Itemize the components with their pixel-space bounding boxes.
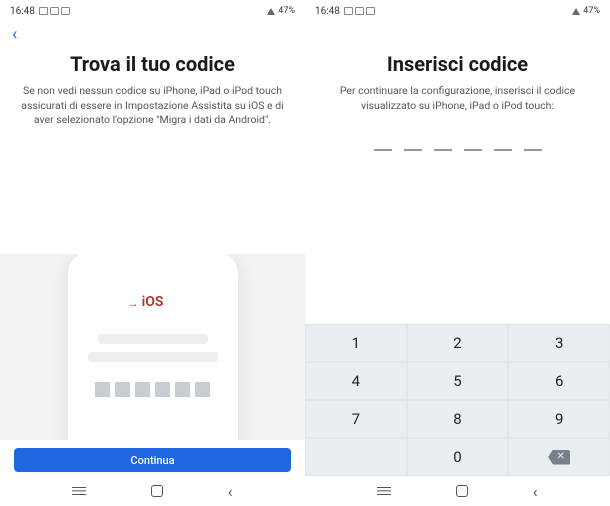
numkey-9[interactable]: 9 [508,400,610,438]
status-time: 16:48 [315,6,340,17]
code-input[interactable] [374,149,542,151]
placeholder-code-boxes [95,382,210,397]
status-battery: 47% [278,6,295,16]
code-digit-slot [464,149,482,151]
numeric-keypad: 1 2 3 4 5 6 7 8 9 0 ✕ [305,324,610,476]
code-digit-slot [434,149,452,151]
status-notif-icon [355,7,364,15]
nav-back-icon[interactable]: ‹ [228,482,233,501]
numkey-4[interactable]: 4 [305,362,407,400]
android-navbar: ‹ [305,476,610,506]
nav-home-icon[interactable] [151,485,163,497]
nav-home-icon[interactable] [456,485,468,497]
page-subtitle: Se non vedi nessun codice su iPhone, iPa… [18,84,287,128]
nav-recent-icon[interactable] [377,487,391,495]
status-notif-icon [61,7,70,15]
status-time: 16:48 [10,6,35,17]
screen-enter-code: 16:48 47% Inserisci codice Per continuar… [305,0,610,506]
page-title: Inserisci codice [387,52,528,76]
numkey-5[interactable]: 5 [407,362,509,400]
numkey-2[interactable]: 2 [407,324,509,362]
numkey-0[interactable]: 0 [407,438,509,476]
code-digit-slot [404,149,422,151]
status-battery: 47% [583,6,600,16]
continue-button[interactable]: Continua [14,448,291,472]
backspace-icon: ✕ [548,450,570,465]
ios-label: → iOS [142,294,164,310]
status-notif-icon [39,7,48,15]
status-notif-icon [50,7,59,15]
numkey-7[interactable]: 7 [305,400,407,438]
android-navbar: ‹ [0,476,305,506]
arrow-right-icon: → [128,297,139,310]
code-digit-slot [524,149,542,151]
numkey-6[interactable]: 6 [508,362,610,400]
numkey-3[interactable]: 3 [508,324,610,362]
numkey-backspace[interactable]: ✕ [508,438,610,476]
illustration-area: → iOS [0,254,305,440]
wifi-icon [267,8,275,15]
numkey-empty [305,438,407,476]
page-title: Trova il tuo codice [70,52,235,76]
placeholder-line [98,334,208,344]
placeholder-line [88,352,218,362]
status-bar: 16:48 47% [305,0,610,22]
back-button[interactable]: ‹ [12,24,17,45]
code-digit-slot [494,149,512,151]
page-subtitle: Per continuare la configurazione, inseri… [323,84,592,113]
numkey-1[interactable]: 1 [305,324,407,362]
numkey-8[interactable]: 8 [407,400,509,438]
nav-recent-icon[interactable] [72,487,86,495]
phone-illustration: → iOS [68,254,238,440]
status-notif-icon [366,7,375,15]
status-bar: 16:48 47% [0,0,305,22]
screen-find-code: 16:48 47% ‹ Trova il tuo codice Se non v… [0,0,305,506]
wifi-icon [572,8,580,15]
nav-back-icon[interactable]: ‹ [533,482,538,501]
code-digit-slot [374,149,392,151]
status-notif-icon [344,7,353,15]
